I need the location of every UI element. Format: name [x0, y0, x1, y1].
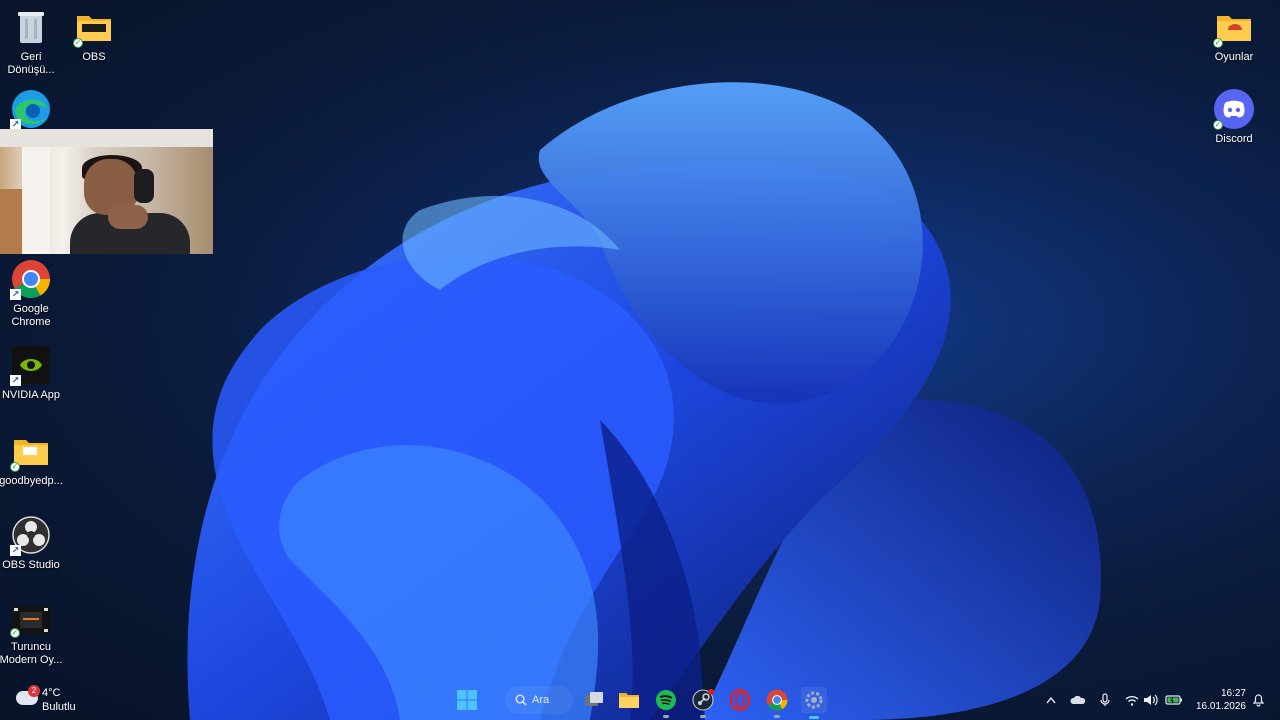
running-indicator	[663, 715, 669, 718]
sync-check-icon: ✓	[10, 628, 20, 638]
discord-label: Discord	[1215, 133, 1253, 145]
running-indicator	[774, 715, 780, 718]
notification-center-button[interactable]	[1250, 692, 1266, 708]
obs-studio-label: OBS Studio	[2, 559, 60, 571]
task-view-icon	[585, 692, 603, 706]
wifi-icon	[1125, 695, 1139, 706]
desktop-icon-obs-studio[interactable]: ↗ OBS Studio	[0, 514, 64, 572]
desktop-icon-nvidia-app[interactable]: ↗ NVIDIA App	[0, 344, 64, 402]
desktop-icon-microsoft-edge[interactable]: ↗	[0, 88, 64, 133]
shortcut-arrow-icon: ↗	[10, 375, 21, 386]
discord-icon: ✓	[1213, 88, 1255, 130]
wifi-tray[interactable]	[1124, 692, 1140, 708]
nvidia-label: NVIDIA App	[1, 389, 61, 401]
video-file-icon: ✓	[10, 602, 52, 638]
bell-icon	[1252, 694, 1264, 707]
shortcut-arrow-icon: ↗	[10, 545, 21, 556]
search-icon	[515, 694, 527, 706]
taskbar-settings[interactable]	[801, 687, 827, 719]
shortcut-arrow-icon: ↗	[10, 289, 21, 300]
desktop-icon-google-chrome[interactable]: ↗ Google Chrome	[0, 258, 64, 329]
task-view-button[interactable]	[582, 688, 606, 712]
search-label: Ara	[532, 694, 550, 706]
steam-icon	[692, 689, 714, 711]
recycle-bin-label: Geri Dönüşü...	[7, 51, 55, 76]
chrome-label: Google Chrome	[11, 303, 51, 328]
desktop-icon-turuncu-modern[interactable]: ✓ Turuncu Modern Oy...	[0, 602, 64, 667]
microphone-tray[interactable]	[1097, 692, 1113, 708]
taskbar-steam[interactable]	[691, 688, 715, 718]
desktop-icon-oyunlar-folder[interactable]: ✓ Oyunlar	[1201, 6, 1267, 64]
folder-icon: ✓	[73, 6, 115, 48]
desktop-icon-recycle-bin[interactable]: Geri Dönüşü...	[0, 6, 64, 77]
windows-logo-icon	[457, 690, 477, 710]
oyunlar-label: Oyunlar	[1214, 51, 1254, 63]
clock-time: 16:27	[1220, 688, 1246, 699]
sync-check-icon: ✓	[1213, 38, 1223, 48]
recycle-bin-icon	[10, 6, 52, 48]
onedrive-tray[interactable]	[1070, 692, 1086, 708]
taskbar-search[interactable]: Ara	[505, 686, 573, 714]
running-indicator	[700, 715, 706, 718]
desktop-icon-goodbyedp-folder[interactable]: ✓ goodbyedp...	[0, 430, 64, 488]
webcam-overlay	[0, 129, 213, 254]
chrome-icon: ↗	[10, 258, 52, 300]
speaker-icon	[1144, 694, 1158, 706]
spotify-icon	[656, 690, 676, 710]
nvidia-icon: ↗	[10, 344, 52, 386]
microphone-icon	[1100, 693, 1110, 706]
sync-check-icon: ✓	[1213, 120, 1223, 130]
clock-date: 16.01.2026	[1195, 701, 1246, 712]
sync-check-icon: ✓	[10, 462, 20, 472]
running-indicator	[809, 716, 819, 719]
taskbar-opera-gx[interactable]	[728, 688, 752, 712]
desktop-icon-discord[interactable]: ✓ Discord	[1201, 88, 1267, 146]
goodbyedp-label: goodbyedp...	[0, 475, 63, 487]
chrome-icon	[766, 689, 788, 711]
desktop-icon-obs-folder[interactable]: ✓ OBS	[61, 6, 127, 64]
show-hidden-icons-button[interactable]	[1043, 692, 1059, 708]
file-explorer-icon	[619, 693, 639, 708]
taskbar-file-explorer[interactable]	[617, 688, 641, 712]
wallpaper-bloom	[187, 82, 1101, 720]
cloud-icon	[1070, 695, 1086, 704]
folder-icon: ✓	[10, 430, 52, 472]
folder-icon: ✓	[1213, 6, 1255, 48]
system-clock[interactable]: 16:27 16.01.2026	[1194, 687, 1246, 713]
start-button[interactable]	[455, 688, 479, 712]
obs-folder-label: OBS	[82, 51, 106, 63]
volume-tray[interactable]	[1143, 692, 1159, 708]
taskbar	[0, 680, 1280, 720]
edge-icon: ↗	[10, 88, 52, 130]
battery-tray[interactable]	[1164, 692, 1184, 708]
sync-check-icon: ✓	[73, 38, 83, 48]
battery-charging-icon	[1165, 695, 1182, 705]
taskbar-chrome[interactable]	[765, 688, 789, 718]
taskbar-spotify[interactable]	[654, 688, 678, 718]
opera-gx-icon	[729, 689, 751, 711]
turuncu-label: Turuncu Modern Oy...	[0, 641, 63, 666]
gear-icon	[805, 691, 823, 709]
chevron-up-icon	[1046, 696, 1056, 704]
obs-studio-icon: ↗	[10, 514, 52, 556]
